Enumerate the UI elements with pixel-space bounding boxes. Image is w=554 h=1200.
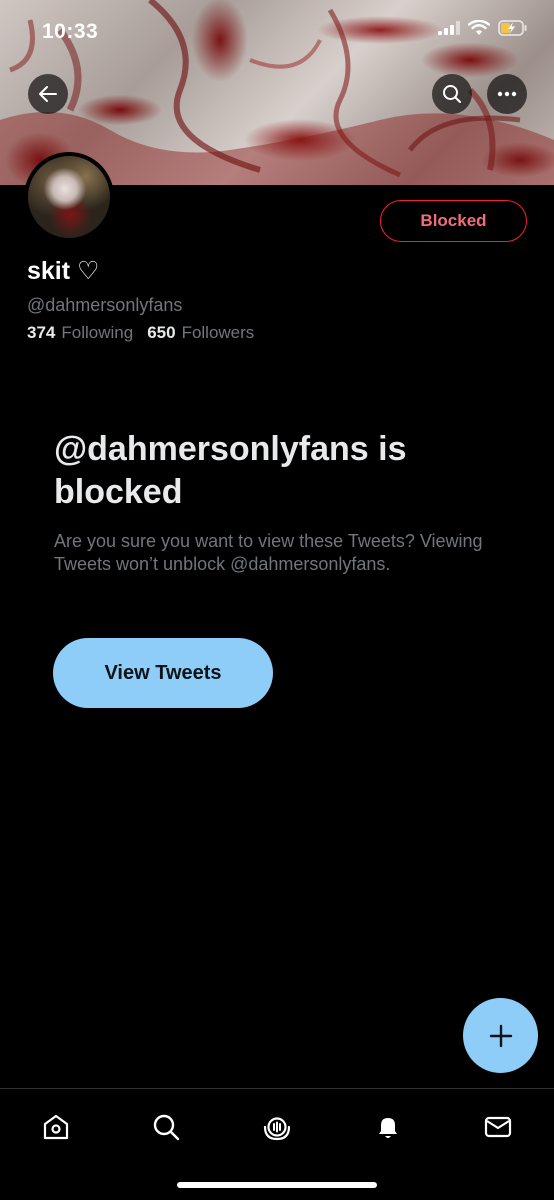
tab-messages[interactable] (478, 1107, 518, 1147)
following-count: 374 (27, 323, 56, 342)
tab-home[interactable] (36, 1107, 76, 1147)
view-tweets-label: View Tweets (104, 661, 222, 684)
more-horizontal-icon (497, 91, 517, 97)
notifications-icon (379, 1118, 397, 1138)
tab-notifications[interactable] (368, 1107, 408, 1147)
blocked-button[interactable]: Blocked (380, 200, 527, 242)
back-button[interactable] (28, 74, 68, 114)
display-name: skit ♡ (27, 257, 100, 285)
view-tweets-button[interactable]: View Tweets (53, 638, 273, 708)
following-link[interactable]: 374 Following (27, 323, 133, 343)
spaces-icon (263, 1117, 291, 1141)
blocked-title: @dahmersonlyfans is blocked (54, 430, 407, 511)
more-button[interactable] (487, 74, 527, 114)
followers-label: Followers (181, 323, 255, 342)
tab-search[interactable] (146, 1107, 186, 1147)
home-indicator (177, 1182, 377, 1188)
status-time: 10:33 (42, 20, 99, 43)
followers-link[interactable]: 650 Followers (147, 323, 254, 343)
arrow-left-icon (39, 86, 57, 102)
tab-spaces[interactable] (257, 1107, 297, 1147)
home-icon (43, 1114, 69, 1140)
followers-count: 650 (147, 323, 176, 342)
battery-charging-icon (498, 20, 527, 36)
wifi-icon (468, 20, 490, 35)
follow-counts: 374 Following 650 Followers (27, 323, 254, 343)
blocked-description: Are you sure you want to view these Twee… (54, 531, 483, 574)
compose-tweet-button[interactable] (463, 998, 538, 1073)
user-handle: @dahmersonlyfans (27, 295, 183, 315)
profile-screen: 10:33 Blocked skit ♡ @dahmersonlyfans 37… (0, 0, 554, 1200)
cellular-signal-icon (438, 21, 460, 35)
search-icon (443, 85, 461, 103)
messages-icon (484, 1116, 512, 1138)
search-icon (153, 1114, 180, 1141)
blocked-button-label: Blocked (420, 211, 487, 230)
search-button[interactable] (432, 74, 472, 114)
plus-icon (489, 1024, 512, 1047)
following-label: Following (61, 323, 134, 342)
status-icons (438, 20, 528, 36)
avatar[interactable] (24, 152, 114, 242)
